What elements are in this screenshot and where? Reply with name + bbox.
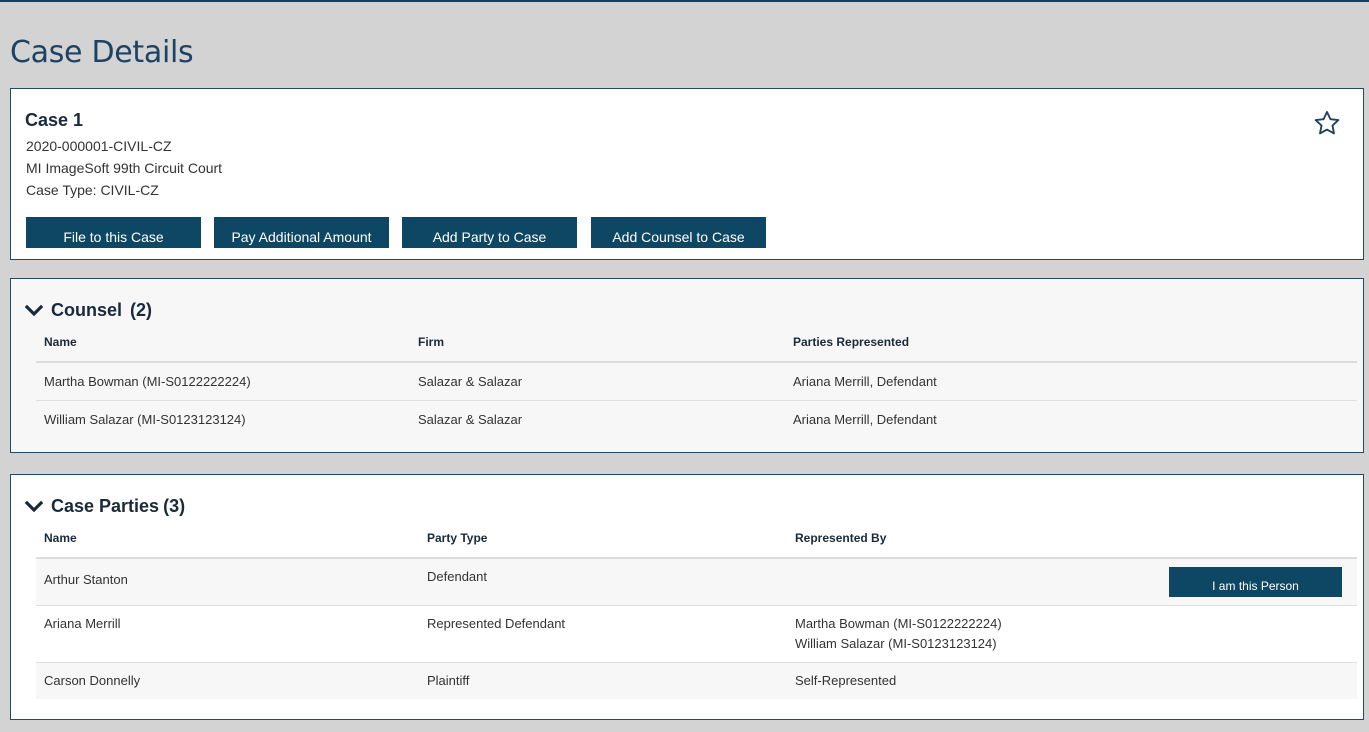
counsel-count: (2): [130, 300, 153, 320]
counsel-parties: Ariana Merrill, Defendant: [793, 374, 937, 389]
chevron-down-icon: [25, 500, 43, 512]
page-title: Case Details: [10, 35, 194, 70]
party-name: Ariana Merrill: [44, 616, 121, 631]
party-name: Arthur Stanton: [44, 572, 128, 587]
case-parties-count: (3): [163, 496, 186, 516]
table-row: [36, 559, 1357, 605]
column-header-name: Name: [44, 531, 77, 545]
row-divider: [36, 605, 1357, 606]
column-header-represented-by: Represented By: [795, 531, 887, 545]
counsel-firm: Salazar & Salazar: [418, 412, 523, 427]
case-parties-section-toggle[interactable]: Case Parties (3): [25, 496, 185, 517]
counsel-section: Counsel (2) Name Firm Parties Represente…: [10, 278, 1364, 453]
case-title: Case 1: [25, 110, 84, 130]
case-number: 2020-000001-CIVIL-CZ: [26, 138, 172, 154]
column-header-firm: Firm: [418, 335, 445, 349]
i-am-this-person-button[interactable]: I am this Person: [1169, 567, 1342, 597]
chevron-down-icon: [25, 304, 43, 316]
counsel-title: Counsel: [51, 300, 123, 320]
counsel-name: Martha Bowman (MI-S0122222224): [44, 374, 251, 389]
court-name: MI ImageSoft 99th Circuit Court: [26, 160, 223, 176]
star-outline-icon[interactable]: [1313, 109, 1341, 137]
add-party-button[interactable]: Add Party to Case: [402, 217, 577, 248]
column-header-parties-represented: Parties Represented: [793, 335, 910, 349]
file-to-case-button[interactable]: File to this Case: [26, 217, 201, 248]
column-header-party-type: Party Type: [427, 531, 488, 545]
counsel-parties: Ariana Merrill, Defendant: [793, 412, 937, 427]
party-type: Defendant: [427, 569, 487, 584]
party-type: Plaintiff: [427, 673, 470, 688]
pay-additional-amount-button[interactable]: Pay Additional Amount: [214, 217, 389, 248]
row-divider: [36, 400, 1357, 401]
header-divider: [36, 361, 1357, 363]
party-represented-by: Martha Bowman (MI-S0122222224): [795, 616, 1002, 631]
counsel-firm: Salazar & Salazar: [418, 374, 523, 389]
party-represented-by: Self-Represented: [795, 673, 897, 688]
case-parties-section: Case Parties (3) Name Party Type Represe…: [10, 474, 1364, 720]
case-summary-card: Case 1 2020-000001-CIVIL-CZ MI ImageSoft…: [10, 88, 1364, 260]
case-type: Case Type: CIVIL-CZ: [26, 182, 159, 198]
counsel-name: William Salazar (MI-S0123123124): [44, 412, 246, 427]
party-name: Carson Donnelly: [44, 673, 141, 688]
add-counsel-button[interactable]: Add Counsel to Case: [591, 217, 766, 248]
column-header-name: Name: [44, 335, 77, 349]
case-parties-title: Case Parties: [51, 496, 160, 516]
party-represented-by: William Salazar (MI-S0123123124): [795, 636, 997, 651]
counsel-section-toggle[interactable]: Counsel (2): [25, 300, 152, 321]
party-type: Represented Defendant: [427, 616, 566, 631]
table-row: [36, 663, 1357, 699]
